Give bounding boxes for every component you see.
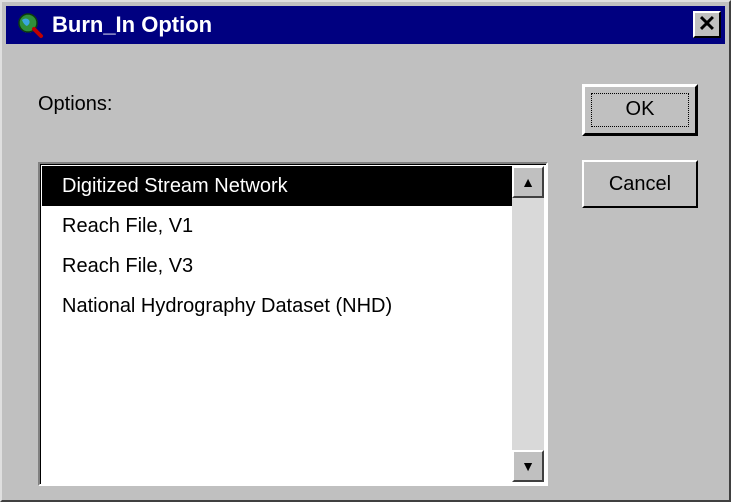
cancel-button-label: Cancel	[608, 173, 672, 195]
close-icon: ✕	[697, 11, 717, 36]
arrow-down-icon: ▼	[521, 458, 535, 474]
options-listbox[interactable]: Digitized Stream Network Reach File, V1 …	[38, 162, 548, 486]
window-title: Burn_In Option	[52, 12, 213, 37]
options-label: Options:	[38, 93, 113, 115]
list-item-nhd[interactable]: National Hydrography Dataset (NHD)	[42, 286, 512, 326]
close-button[interactable]: ✕	[693, 11, 721, 38]
arrow-up-icon: ▲	[521, 174, 535, 190]
title-bar[interactable]: Burn_In Option ✕	[6, 6, 725, 44]
options-list: Digitized Stream Network Reach File, V1 …	[42, 166, 512, 326]
vertical-scrollbar[interactable]: ▲ ▼	[512, 166, 544, 482]
dialog-window: Burn_In Option ✕ Options: Digitized Stre…	[0, 0, 731, 502]
ok-button-label: OK	[625, 98, 655, 120]
scroll-up-button[interactable]: ▲	[512, 166, 544, 198]
list-item-digitized-stream-network[interactable]: Digitized Stream Network	[42, 166, 512, 206]
scroll-down-button[interactable]: ▼	[512, 450, 544, 482]
list-item-reach-file-v1[interactable]: Reach File, V1	[42, 206, 512, 246]
globe-search-icon	[18, 13, 43, 38]
cancel-button[interactable]: Cancel	[582, 160, 698, 208]
ok-button[interactable]: OK	[582, 84, 698, 136]
list-item-reach-file-v3[interactable]: Reach File, V3	[42, 246, 512, 286]
